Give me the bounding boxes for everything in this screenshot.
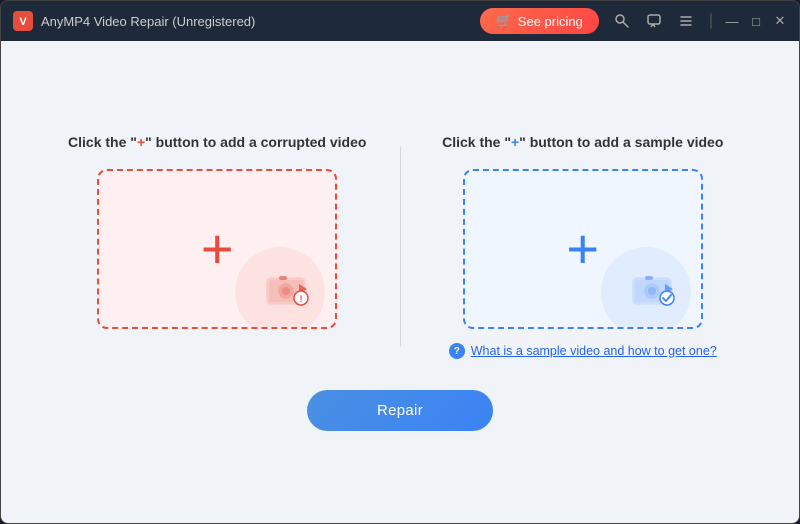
panel-divider <box>400 147 401 347</box>
help-circle-icon: ? <box>449 343 465 359</box>
sample-plus-label: + <box>511 134 519 150</box>
maximize-button[interactable]: □ <box>749 14 763 28</box>
titlebar-controls: | — □ ✕ <box>611 12 787 30</box>
sample-plus-icon: + <box>566 221 599 277</box>
cart-icon: 🛒 <box>496 13 512 29</box>
main-content: Click the "+" button to add a corrupted … <box>1 41 799 523</box>
help-link-row: ? What is a sample video and how to get … <box>449 343 717 361</box>
see-pricing-button[interactable]: 🛒 See pricing <box>480 8 599 34</box>
app-title: AnyMP4 Video Repair (Unregistered) <box>41 14 480 29</box>
sample-video-help-link[interactable]: What is a sample video and how to get on… <box>471 343 717 361</box>
sample-video-panel: Click the "+" button to add a sample vid… <box>416 133 751 360</box>
repair-button[interactable]: Repair <box>307 390 493 431</box>
corrupted-plus-label: + <box>137 134 145 150</box>
corrupted-drop-zone[interactable]: + <box>97 169 337 329</box>
minimize-button[interactable]: — <box>725 14 739 28</box>
corrupted-panel-label: Click the "+" button to add a corrupted … <box>68 133 366 153</box>
sample-panel-label: Click the "+" button to add a sample vid… <box>442 133 723 153</box>
close-button[interactable]: ✕ <box>773 14 787 28</box>
menu-icon-button[interactable] <box>675 12 697 30</box>
chat-icon-button[interactable] <box>643 12 665 30</box>
svg-text:V: V <box>19 16 27 28</box>
sample-camera-icon <box>629 268 681 313</box>
corrupted-video-panel: Click the "+" button to add a corrupted … <box>50 133 385 329</box>
svg-text:!: ! <box>300 294 303 304</box>
corrupted-camera-icon: ! <box>263 268 315 313</box>
corrupted-plus-icon: + <box>201 221 234 277</box>
sample-drop-zone[interactable]: + <box>463 169 703 329</box>
titlebar: V AnyMP4 Video Repair (Unregistered) 🛒 S… <box>1 1 799 41</box>
key-icon-button[interactable] <box>611 12 633 30</box>
app-window: V AnyMP4 Video Repair (Unregistered) 🛒 S… <box>0 0 800 524</box>
panels-row: Click the "+" button to add a corrupted … <box>50 133 750 360</box>
app-logo: V <box>13 11 33 31</box>
